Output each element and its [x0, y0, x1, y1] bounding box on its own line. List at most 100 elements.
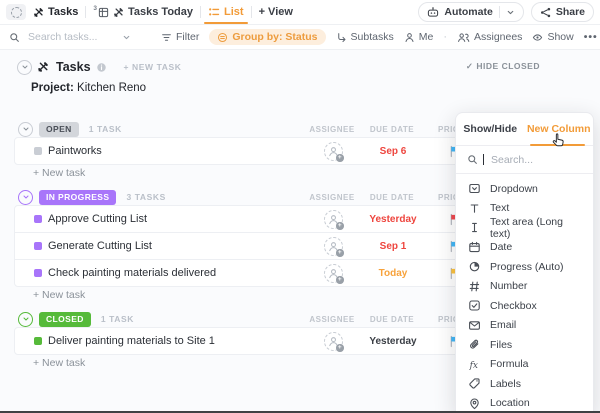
tools-icon — [33, 7, 44, 18]
automate-button[interactable]: Automate — [418, 2, 523, 22]
divider — [499, 6, 500, 18]
search-icon — [9, 32, 20, 43]
tab-list-view[interactable]: List — [208, 6, 244, 18]
tab-tasks[interactable]: Tasks — [33, 6, 78, 18]
status-square-icon[interactable] — [34, 337, 42, 345]
column-type-checkbox[interactable]: Checkbox — [456, 296, 593, 316]
collapse-group-button[interactable] — [18, 190, 33, 205]
column-type-number[interactable]: Number — [456, 277, 593, 297]
task-name[interactable]: Approve Cutting List — [48, 213, 147, 225]
group-by-status-button[interactable]: Group by: Status — [209, 29, 325, 45]
task-name[interactable]: Generate Cutting List — [48, 240, 152, 252]
add-assignee-icon[interactable]: + — [324, 264, 343, 283]
column-type-date[interactable]: Date — [456, 238, 593, 258]
top-bar: Tasks 3 Tasks Today List + View Automate… — [0, 0, 600, 25]
spinner-icon — [11, 7, 22, 18]
date-icon — [468, 241, 481, 254]
assignee-cell: + — [315, 264, 351, 283]
list-view-icon — [208, 6, 220, 18]
tasks-today-badge: 3 — [93, 5, 97, 12]
column-type-labels[interactable]: Labels — [456, 374, 593, 394]
robot-icon — [427, 6, 439, 18]
task-count: 1 TASK — [89, 124, 122, 134]
me-filter-button[interactable]: Me — [404, 31, 434, 43]
status-badge[interactable]: IN PROGRESS — [39, 190, 116, 205]
collapse-group-button[interactable] — [18, 312, 33, 327]
info-icon[interactable] — [96, 62, 107, 73]
column-type-files[interactable]: Files — [456, 335, 593, 355]
column-search-input[interactable] — [489, 153, 573, 167]
filter-label: Filter — [176, 31, 199, 43]
number-icon — [468, 280, 481, 293]
assignee-cell: + — [315, 210, 351, 229]
plus-badge-icon: + — [336, 154, 344, 162]
search-tasks-box[interactable] — [9, 30, 131, 44]
chevron-down-icon — [22, 193, 30, 201]
column-type-dropdown[interactable]: Dropdown — [456, 179, 593, 199]
task-count: 3 TASKS — [126, 192, 165, 202]
status-badge[interactable]: CLOSED — [39, 312, 91, 327]
add-view-button[interactable]: + View — [259, 6, 293, 18]
filter-bar: Filter Group by: Status Subtasks Me · As… — [0, 25, 600, 50]
status-square-icon[interactable] — [34, 147, 42, 155]
subtasks-button[interactable]: Subtasks — [336, 31, 394, 43]
add-assignee-icon[interactable]: + — [324, 210, 343, 229]
share-label: Share — [556, 6, 585, 18]
status-square-icon[interactable] — [34, 269, 42, 277]
email-icon — [468, 319, 481, 332]
collapse-group-button[interactable] — [18, 122, 33, 137]
due-date-cell[interactable]: Sep 1 — [363, 241, 423, 252]
chevron-down-icon[interactable] — [506, 8, 515, 17]
more-options-button[interactable]: ••• — [584, 31, 598, 43]
column-type-progress[interactable]: Progress (Auto) — [456, 257, 593, 277]
collapse-list-button[interactable] — [17, 60, 32, 75]
task-name[interactable]: Check painting materials delivered — [48, 267, 216, 279]
column-type-email[interactable]: Email — [456, 316, 593, 336]
panel-search-box[interactable] — [456, 146, 593, 174]
column-header-due-date: DUE DATE — [362, 125, 422, 134]
due-date-cell[interactable]: Yesterday — [363, 336, 423, 347]
group-by-icon — [217, 32, 228, 43]
add-assignee-icon[interactable]: + — [324, 142, 343, 161]
textarea-icon — [468, 221, 481, 234]
assignee-cell: + — [315, 142, 351, 161]
status-square-icon[interactable] — [34, 242, 42, 250]
column-type-textarea[interactable]: Text area (Long text) — [456, 218, 593, 238]
chevron-down-icon[interactable] — [122, 33, 131, 42]
status-square-icon[interactable] — [34, 215, 42, 223]
new-task-button[interactable]: + NEW TASK — [124, 62, 182, 72]
svg-text:fx: fx — [469, 361, 478, 371]
task-name[interactable]: Deliver painting materials to Site 1 — [48, 335, 215, 347]
workspace-loading-button[interactable] — [6, 4, 26, 20]
project-label: Project: — [31, 82, 74, 94]
column-type-formula[interactable]: fx Formula — [456, 355, 593, 375]
show-button[interactable]: Show — [532, 31, 573, 43]
share-button[interactable]: Share — [531, 2, 594, 22]
column-type-list: Dropdown Text Text area (Long text) Date… — [456, 174, 593, 413]
formula-icon: fx — [468, 358, 481, 371]
column-header-assignee: ASSIGNEE — [300, 125, 364, 134]
due-date-cell[interactable]: Sep 6 — [363, 146, 423, 157]
divider — [200, 6, 201, 18]
tab-show-hide[interactable]: Show/Hide — [456, 113, 525, 145]
search-tasks-input[interactable] — [26, 30, 116, 44]
due-date-cell[interactable]: Today — [363, 268, 423, 279]
search-icon — [467, 154, 478, 165]
filter-button[interactable]: Filter — [161, 31, 199, 43]
status-badge[interactable]: OPEN — [39, 122, 79, 137]
project-name: Kitchen Reno — [77, 82, 146, 94]
project-row: Project: Kitchen Reno — [31, 82, 600, 96]
add-assignee-icon[interactable]: + — [324, 332, 343, 351]
task-count: 1 TASK — [101, 314, 134, 324]
hide-closed-button[interactable]: ✓ HIDE CLOSED — [466, 61, 540, 72]
column-type-label: Email — [490, 319, 516, 331]
task-name[interactable]: Paintworks — [48, 145, 102, 157]
tab-tasks-today[interactable]: 3 Tasks Today — [93, 6, 193, 18]
text-caret — [483, 154, 484, 165]
tab-tasks-today-label: Tasks Today — [128, 6, 193, 18]
assignees-button[interactable]: Assignees — [457, 31, 522, 43]
due-date-cell[interactable]: Yesterday — [363, 214, 423, 225]
divider — [251, 6, 252, 18]
add-assignee-icon[interactable]: + — [324, 237, 343, 256]
group-by-label: Group by: Status — [232, 31, 317, 43]
